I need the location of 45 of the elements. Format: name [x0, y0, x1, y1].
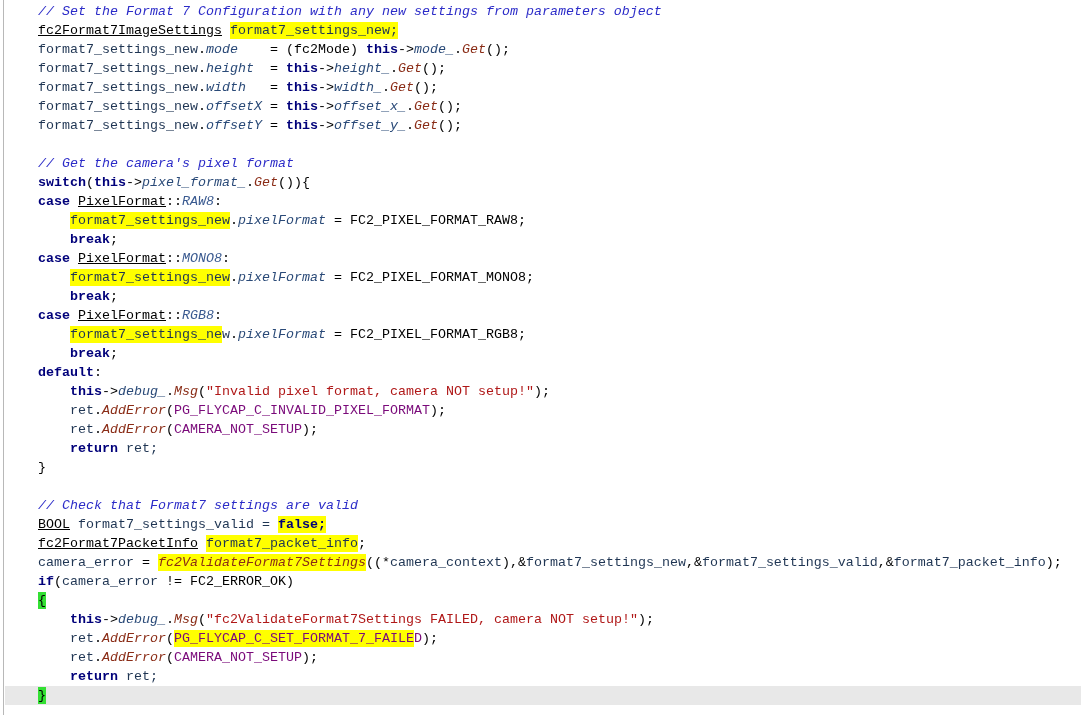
- highlighted-code: }: [38, 687, 46, 704]
- code-text: return ret;: [70, 668, 158, 685]
- code-text: BOOL format7_settings_valid =: [38, 516, 271, 533]
- code-text: case PixelFormat::RAW8:: [38, 193, 222, 210]
- code-text: if(camera_error != FC2_ERROR_OK): [38, 573, 294, 590]
- code-text: ret.AddError(PG_FLYCAP_C_INVALID_PIXEL_FORMAT);: [70, 402, 446, 419]
- code-text: ret.AddError(: [70, 630, 174, 647]
- code-text: default:: [38, 364, 102, 381]
- code-text: case PixelFormat::RGB8:: [38, 307, 222, 324]
- highlighted-code: format7_settings_new: [70, 212, 230, 229]
- highlighted-code: PG_FLYCAP_C_SET_FORMAT_7_FAILE: [174, 630, 414, 647]
- code-text: break;: [70, 288, 118, 305]
- code-text: fc2Format7ImageSettings: [38, 22, 223, 39]
- code-text: format7_settings_new.offsetY = this->offset_y_.Get();: [38, 117, 462, 134]
- highlighted-code: format7_settings_new: [70, 269, 230, 286]
- code-text: format7_settings_new.width = this->width_.Get();: [38, 79, 438, 96]
- code-text: .pixelFormat = FC2_PIXEL_FORMAT_MONO8;: [229, 269, 534, 286]
- highlighted-code: {: [38, 592, 46, 609]
- code-text: switch(this->pixel_format_.Get()){: [38, 174, 310, 191]
- code-text: format7_settings_new.offsetX = this->offset_x_.Get();: [38, 98, 462, 115]
- code-text: // Check that Format7 settings are valid: [38, 497, 358, 514]
- code-text: ;: [357, 535, 366, 552]
- code-text: fc2Format7PacketInfo: [38, 535, 199, 552]
- code-text: format7_settings_new.height = this->height_.Get();: [38, 60, 446, 77]
- code-text: this->debug_.Msg("Invalid pixel format, camera NOT setup!");: [70, 383, 550, 400]
- highlighted-code: format7_packet_info: [205, 535, 358, 552]
- highlighted-code: fc2ValidateFormat7Settings: [158, 554, 366, 571]
- code-text: camera_error =: [38, 554, 151, 571]
- code-text: // Set the Format 7 Configuration with any new settings from parameters object: [38, 3, 662, 20]
- highlighted-code: false;: [277, 516, 326, 533]
- highlighted-code: format7_settings_new;: [229, 22, 398, 39]
- code-text: ((*camera_context),&format7_settings_new,&format7_settings_valid,&format7_packet_info);: [365, 554, 1062, 571]
- code-text: // Get the camera's pixel format: [38, 155, 294, 172]
- code-text: this->debug_.Msg("fc2ValidateFormat7Settings FAILED, camera NOT setup!");: [70, 611, 654, 628]
- code-text: case PixelFormat::MONO8:: [38, 250, 230, 267]
- code-text: break;: [70, 231, 118, 248]
- code-text: w.pixelFormat = FC2_PIXEL_FORMAT_RGB8;: [221, 326, 526, 343]
- code-text: ret.AddError(CAMERA_NOT_SETUP);: [70, 421, 318, 438]
- code-text: }: [38, 459, 46, 476]
- code-text: return ret;: [70, 440, 158, 457]
- code-text: format7_settings_new.mode = (fc2Mode) this->mode_.Get();: [38, 41, 510, 58]
- code-text: break;: [70, 345, 118, 362]
- code-text: ret.AddError(CAMERA_NOT_SETUP);: [70, 649, 318, 666]
- highlighted-code: format7_settings_ne: [70, 326, 222, 343]
- code-text: .pixelFormat = FC2_PIXEL_FORMAT_RAW8;: [229, 212, 526, 229]
